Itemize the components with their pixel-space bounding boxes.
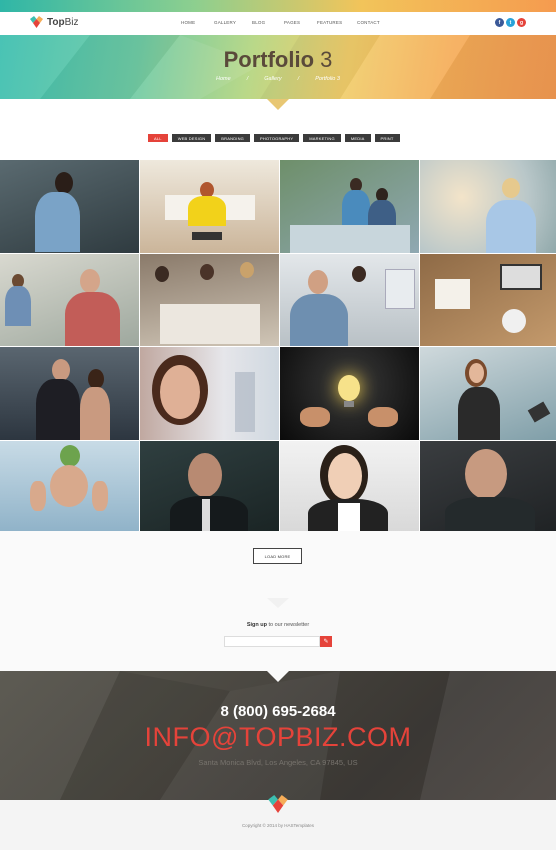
portfolio-item-woman-phone[interactable] [420, 160, 556, 253]
breadcrumb: Home / Gallery / Portfolio 3 [0, 76, 556, 82]
nav-pages[interactable]: PAGES [284, 20, 300, 25]
portfolio-item-support-headset[interactable] [280, 440, 419, 533]
filter-media[interactable]: MEDIA [344, 134, 371, 142]
contact-address: Santa Monica Blvd, Los Angeles, CA 97845… [198, 758, 358, 767]
breadcrumb-home[interactable]: Home [216, 76, 231, 82]
newsletter-heading: Sign up to our newsletter [246, 622, 310, 628]
pencil-icon: ✎ [323, 639, 329, 645]
nav-blog[interactable]: BLOG [252, 20, 265, 25]
portfolio-filters: ALL WEB DESIGN BRANDING PHOTOGRAPHY MARK… [148, 134, 400, 142]
breadcrumb-separator: / [297, 76, 300, 82]
contact-email[interactable]: INFO@TOPBIZ.COM [0, 722, 556, 753]
section-notch [267, 598, 289, 608]
newsletter-submit-button[interactable]: ✎ [320, 636, 332, 647]
logo-mark-icon [30, 16, 43, 28]
nav-contact[interactable]: CONTACT [357, 20, 380, 25]
portfolio-item-headset-woman[interactable] [140, 347, 279, 440]
filter-all[interactable]: ALL [148, 134, 168, 142]
nav-features[interactable]: FEATURES [317, 20, 342, 25]
portfolio-item-team-office[interactable] [280, 160, 419, 253]
nav-home[interactable]: HOME [181, 20, 195, 25]
load-more-button[interactable]: LOAD MORE [253, 548, 302, 564]
footer-notch [267, 671, 289, 682]
nav-gallery[interactable]: GALLERY [214, 20, 236, 25]
facebook-icon[interactable]: f [495, 18, 504, 27]
portfolio-item-couple-suit[interactable] [0, 347, 139, 440]
filter-marketing[interactable]: MARKETING [303, 134, 341, 142]
filter-branding[interactable]: BRANDING [215, 134, 250, 142]
copyright-text: Copyright © 2014 by HASTemplates [241, 823, 315, 828]
filter-web-design[interactable]: WEB DESIGN [171, 134, 212, 142]
portfolio-item-meeting[interactable] [140, 253, 279, 346]
hero-notch [267, 99, 289, 110]
breadcrumb-gallery[interactable]: Gallery [264, 76, 281, 82]
breadcrumb-separator: / [246, 76, 249, 82]
top-gradient-strip [0, 0, 556, 12]
portfolio-item-woman-tablet[interactable] [420, 347, 556, 440]
portfolio-item-man-glasses[interactable] [280, 253, 419, 346]
site-header: TopBiz HOME GALLERY BLOG PAGES FEATURES … [0, 12, 556, 35]
footer-logo-icon [268, 795, 288, 818]
portfolio-item-desk-topview[interactable] [420, 253, 556, 346]
portfolio-item-man-plaid[interactable] [0, 253, 139, 346]
google-plus-icon[interactable]: g [517, 18, 526, 27]
page-title: Portfolio 3 [223, 47, 333, 72]
filter-print[interactable]: PRINT [374, 134, 400, 142]
contact-phone[interactable]: 8 (800) 695-2684 [0, 703, 556, 720]
portfolio-item-woman-kitchen[interactable] [0, 160, 139, 253]
newsletter-email-input[interactable] [224, 636, 320, 647]
page-hero: Portfolio 3 Home / Gallery / Portfolio 3 [0, 35, 556, 99]
filter-photography[interactable]: PHOTOGRAPHY [254, 134, 300, 142]
social-links: f t g [495, 18, 526, 27]
brand-name: TopBiz [47, 16, 79, 28]
twitter-icon[interactable]: t [506, 18, 515, 27]
breadcrumb-current: Portfolio 3 [315, 76, 340, 82]
portfolio-item-lightbulb[interactable] [280, 347, 419, 440]
logo[interactable]: TopBiz [30, 16, 79, 28]
portfolio-item-man-beard[interactable] [140, 440, 279, 533]
portfolio-item-man-portrait[interactable] [420, 440, 556, 533]
portfolio-grid [0, 160, 556, 533]
portfolio-item-woman-laptop[interactable] [140, 160, 279, 253]
portfolio-item-plant-head[interactable] [0, 440, 139, 533]
